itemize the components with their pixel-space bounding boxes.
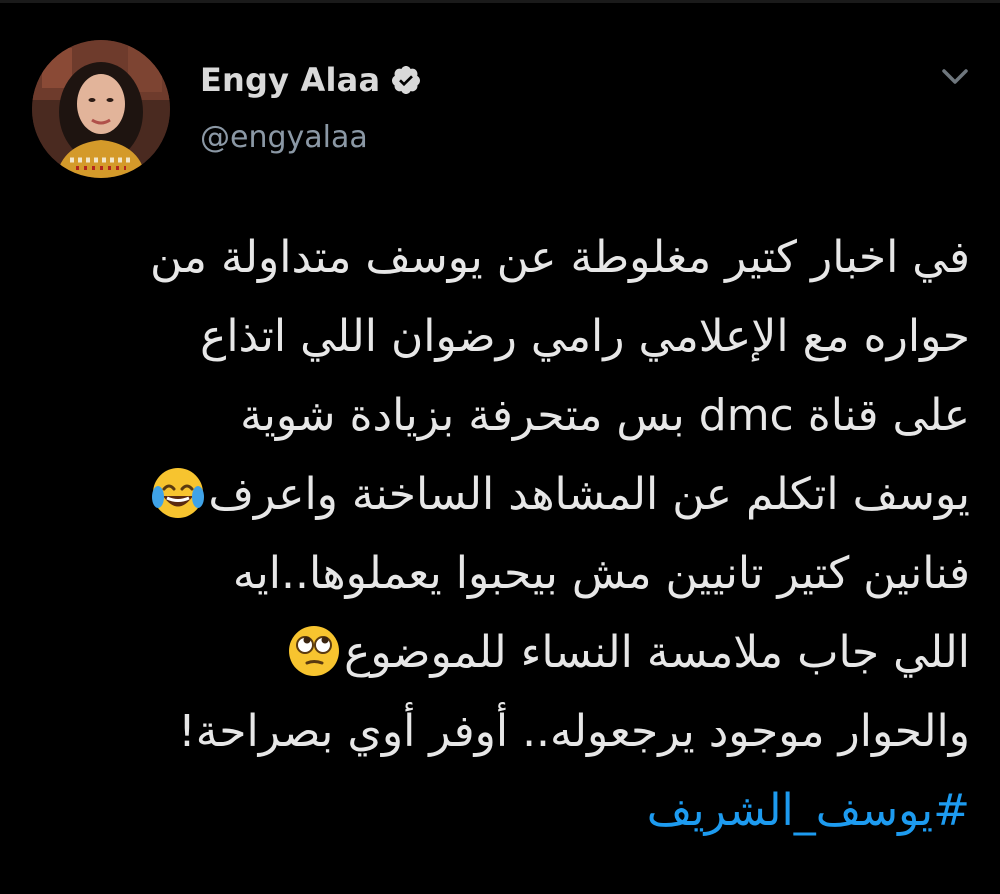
verified-badge-icon bbox=[390, 64, 422, 96]
tweet-line-4: يوسف اتكلم عن المشاهد الساخنة واعرف bbox=[208, 469, 970, 520]
hashtag-line: #يوسف_الشريف bbox=[50, 771, 970, 850]
face-with-tears-of-joy-emoji bbox=[150, 465, 206, 521]
user-handle[interactable]: @engyalaa bbox=[200, 120, 422, 155]
tweet-card: Engy Alaa @engyalaa في اخبار كتير مغلوطة… bbox=[0, 0, 1000, 894]
tweet-line-1: في اخبار كتير مغلوطة عن يوسف متداولة من bbox=[149, 232, 970, 283]
face-with-rolling-eyes-emoji bbox=[286, 623, 342, 679]
chevron-down-icon[interactable] bbox=[940, 66, 970, 88]
avatar[interactable] bbox=[32, 40, 170, 178]
tweet-line-7: والحوار موجود يرجعوله.. أوفر أوي بصراحة! bbox=[178, 706, 970, 757]
tweet-line-6: اللي جاب ملامسة النساء للموضوع bbox=[344, 627, 970, 678]
display-name[interactable]: Engy Alaa bbox=[200, 61, 380, 99]
tweet-line-2: حواره مع الإعلامي رامي رضوان اللي اتذاع bbox=[200, 311, 970, 362]
tweet-line-3: على قناة dmc بس متحرفة بزيادة شوية bbox=[240, 390, 970, 441]
tweet-line-5: فنانين كتير تانيين مش بيحبوا يعملوها..اي… bbox=[232, 548, 970, 599]
hashtag-link[interactable]: #يوسف_الشريف bbox=[647, 785, 970, 836]
tweet-line-6-wrap: اللي جاب ملامسة النساء للموضوع bbox=[50, 613, 970, 692]
name-row: Engy Alaa bbox=[200, 58, 422, 102]
profile-photo bbox=[32, 40, 170, 178]
user-info: Engy Alaa @engyalaa bbox=[200, 58, 422, 155]
tweet-text: في اخبار كتير مغلوطة عن يوسف متداولة من … bbox=[50, 218, 970, 850]
tweet-line-4-wrap: يوسف اتكلم عن المشاهد الساخنة واعرف bbox=[50, 455, 970, 534]
